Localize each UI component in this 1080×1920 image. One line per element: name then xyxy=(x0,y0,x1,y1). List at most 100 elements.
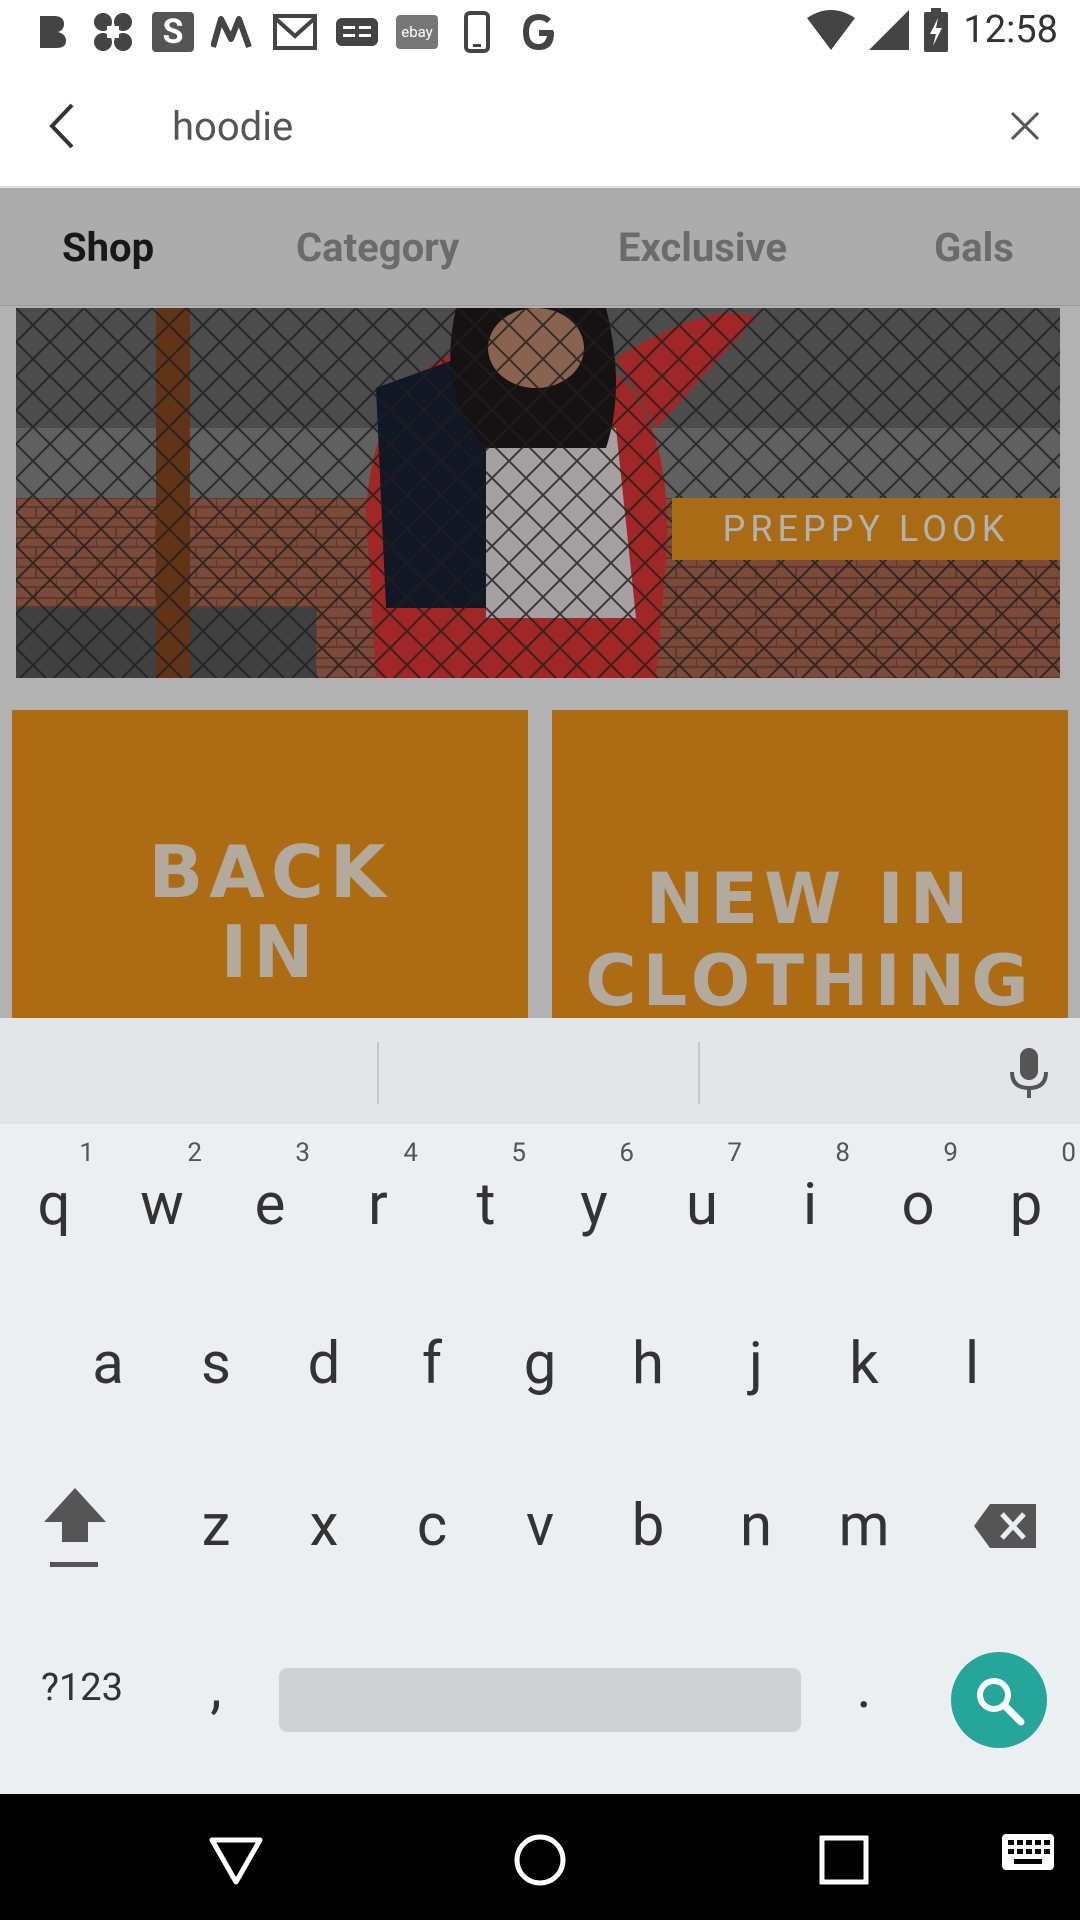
key-c[interactable]: c xyxy=(378,1456,486,1596)
key-hint: 3 xyxy=(295,1138,310,1168)
key-x[interactable]: x xyxy=(270,1456,378,1596)
search-input[interactable]: hoodie xyxy=(172,103,293,150)
back-arrow-icon xyxy=(49,103,74,149)
key-i[interactable]: i8 xyxy=(756,1130,864,1270)
key-hint: 6 xyxy=(619,1138,634,1168)
tile-line-2: IN xyxy=(220,910,320,994)
new-in-clothing-tile[interactable]: NEW IN CLOTHING xyxy=(552,710,1068,1018)
key-label: t xyxy=(476,1171,496,1239)
key-w[interactable]: w2 xyxy=(108,1130,216,1270)
square-recents-icon xyxy=(819,1835,869,1885)
app-icon xyxy=(90,10,136,54)
key-b[interactable]: b xyxy=(594,1456,702,1596)
back-button[interactable] xyxy=(40,101,90,151)
mic-icon xyxy=(1010,1048,1048,1098)
key-label: p xyxy=(1009,1171,1043,1239)
key-o[interactable]: o9 xyxy=(864,1130,972,1270)
key-s[interactable]: s xyxy=(162,1294,270,1434)
status-bar: S ebay 12:58 xyxy=(0,0,1080,63)
key-label: e xyxy=(254,1171,286,1239)
s-icon: S xyxy=(152,12,194,52)
status-right: 12:58 xyxy=(807,8,1058,52)
key-z[interactable]: z xyxy=(162,1456,270,1596)
key-label: i xyxy=(802,1171,818,1239)
phone-icon xyxy=(454,10,500,54)
suggestion-divider xyxy=(377,1042,379,1104)
nav-back-button[interactable] xyxy=(208,1832,264,1888)
clock: 12:58 xyxy=(963,8,1058,52)
signal-icon xyxy=(869,10,910,50)
backspace-icon xyxy=(974,1504,1036,1548)
key-r[interactable]: r4 xyxy=(324,1130,432,1270)
key-q[interactable]: q1 xyxy=(0,1130,108,1270)
key-v[interactable]: v xyxy=(486,1456,594,1596)
key-hint: 4 xyxy=(403,1138,418,1168)
key-hint: 7 xyxy=(727,1138,742,1168)
suggestion-divider xyxy=(698,1042,700,1104)
tab-shop[interactable]: Shop xyxy=(62,224,154,271)
nav-recents-button[interactable] xyxy=(816,1832,872,1888)
tab-gals[interactable]: Gals xyxy=(934,224,1014,271)
key-h[interactable]: h xyxy=(594,1294,702,1434)
key-t[interactable]: t5 xyxy=(432,1130,540,1270)
symbols-key[interactable]: ?123 xyxy=(14,1618,150,1758)
comma-key[interactable]: , xyxy=(162,1618,270,1758)
shift-key[interactable] xyxy=(20,1456,130,1596)
mic-button[interactable] xyxy=(1004,1046,1054,1102)
key-hint: 5 xyxy=(511,1138,526,1168)
search-button[interactable] xyxy=(951,1652,1047,1748)
period-key[interactable]: . xyxy=(810,1618,918,1758)
tile-line-1: BACK xyxy=(148,830,392,914)
ebay-icon: ebay xyxy=(396,15,438,49)
navigation-bar xyxy=(0,1794,1080,1920)
key-hint: 8 xyxy=(835,1138,850,1168)
clear-button[interactable] xyxy=(1002,103,1048,149)
nav-home-button[interactable] xyxy=(512,1832,568,1888)
key-label: w xyxy=(140,1171,184,1239)
key-k[interactable]: k xyxy=(810,1294,918,1434)
key-d[interactable]: d xyxy=(270,1294,378,1434)
key-l[interactable]: l xyxy=(918,1294,1026,1434)
suggestion-strip xyxy=(0,1018,1080,1124)
key-label: u xyxy=(686,1171,718,1239)
tile-line-1: NEW IN xyxy=(645,858,975,940)
key-hint: 0 xyxy=(1061,1138,1076,1168)
search-header: hoodie xyxy=(0,63,1080,188)
banner-photo xyxy=(16,308,1060,678)
backspace-key[interactable] xyxy=(950,1456,1060,1596)
key-e[interactable]: e3 xyxy=(216,1130,324,1270)
tab-bar: Shop Category Exclusive Gals xyxy=(0,188,1080,306)
keyboard: q1 w2 e3 r4 t5 y6 u7 i8 o9 p0 a s d f g … xyxy=(0,1018,1080,1794)
tab-exclusive[interactable]: Exclusive xyxy=(618,224,787,271)
key-label: y xyxy=(580,1171,608,1239)
key-f[interactable]: f xyxy=(378,1294,486,1434)
key-label: q xyxy=(37,1171,71,1239)
key-p[interactable]: p0 xyxy=(972,1130,1080,1270)
key-label: r xyxy=(368,1171,388,1239)
keyboard-icon xyxy=(1002,1834,1054,1870)
keyboard-switch-button[interactable] xyxy=(1000,1832,1056,1888)
circle-home-icon xyxy=(514,1834,566,1886)
key-m[interactable]: m xyxy=(810,1456,918,1596)
key-g[interactable]: g xyxy=(486,1294,594,1434)
close-icon xyxy=(1010,111,1040,141)
triangle-back-icon xyxy=(209,1837,263,1885)
b-icon xyxy=(28,10,74,54)
tile-line-2: CLOTHING xyxy=(585,940,1035,1018)
key-n[interactable]: n xyxy=(702,1456,810,1596)
ge-icon xyxy=(334,10,380,54)
key-label: o xyxy=(901,1171,935,1239)
key-y[interactable]: y6 xyxy=(540,1130,648,1270)
battery-icon xyxy=(924,8,949,52)
key-u[interactable]: u7 xyxy=(648,1130,756,1270)
back-in-stock-tile[interactable]: BACK IN xyxy=(12,710,528,1018)
key-j[interactable]: j xyxy=(702,1294,810,1434)
promo-banner[interactable]: PREPPY LOOK xyxy=(16,308,1060,678)
shift-icon xyxy=(44,1488,106,1567)
search-icon xyxy=(977,1678,1025,1726)
m-icon xyxy=(210,10,256,54)
key-a[interactable]: a xyxy=(54,1294,162,1434)
tab-category[interactable]: Category xyxy=(296,224,459,271)
wifi-icon xyxy=(807,10,856,50)
space-key[interactable] xyxy=(279,1668,801,1732)
